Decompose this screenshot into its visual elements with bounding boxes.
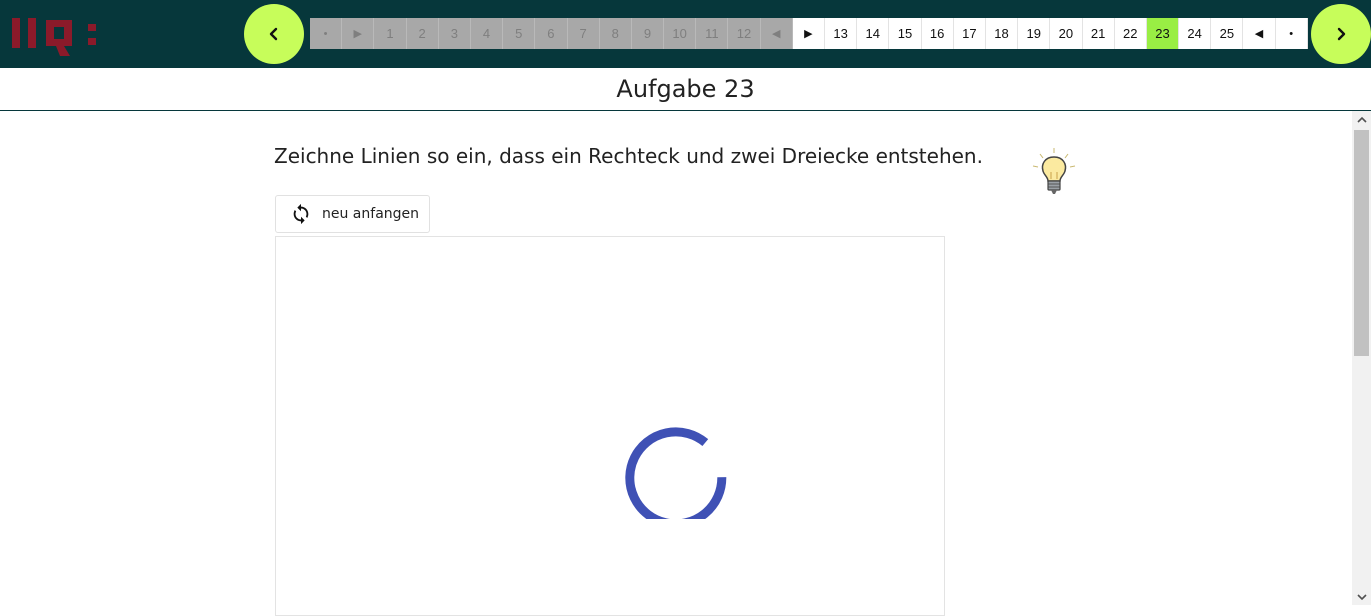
pager-item-1: 1 xyxy=(374,18,407,49)
chevron-down-icon xyxy=(1356,593,1367,600)
pager-item-19[interactable]: 19 xyxy=(1018,18,1051,49)
drawing-canvas[interactable] xyxy=(275,236,945,616)
scroll-up-arrow[interactable] xyxy=(1352,111,1371,128)
pager-item-label: 14 xyxy=(865,26,881,41)
pager-item-24[interactable]: 24 xyxy=(1179,18,1212,49)
pager-item-22[interactable]: 22 xyxy=(1114,18,1147,49)
back-triangle-icon: ◀ xyxy=(771,28,781,40)
dot-icon: • xyxy=(323,27,328,40)
play-icon: ▶ xyxy=(804,28,813,40)
pager-item-6: 6 xyxy=(535,18,568,49)
pager-item-label: 17 xyxy=(962,26,977,41)
pager-item-9: 9 xyxy=(631,18,665,49)
pager-item-label: 10 xyxy=(672,26,687,41)
scrollbar-thumb[interactable] xyxy=(1354,130,1369,356)
pager-item-23[interactable]: 23 xyxy=(1146,18,1180,49)
pager-item-label: 16 xyxy=(929,26,945,41)
pager-item-3: 3 xyxy=(438,18,471,49)
pager-item-label: 15 xyxy=(897,26,913,41)
pager-back-triangle-item[interactable]: ◀ xyxy=(1243,18,1276,49)
pager-dot-item[interactable]: • xyxy=(1275,18,1308,49)
lightbulb-hint-icon[interactable] xyxy=(1030,146,1078,198)
task-title: Aufgabe 23 xyxy=(616,75,755,103)
pager-item-label: 6 xyxy=(547,26,555,41)
pager-play-item[interactable]: ▶ xyxy=(792,18,825,49)
pager-item-label: 3 xyxy=(450,26,458,41)
pager-item-20[interactable]: 20 xyxy=(1050,18,1083,49)
play-icon: ▶ xyxy=(353,28,363,40)
pager-item-12: 12 xyxy=(728,18,761,49)
pager-item-label: 19 xyxy=(1026,26,1041,41)
chevron-left-icon xyxy=(269,27,278,41)
pager-item-13[interactable]: 13 xyxy=(825,18,858,49)
task-pager: • ▶ 1 2 3 4 5 6 7 8 9 10 11 12 ◀ ▶ 13 14 15 16 17 18 19 20 21 22 2… xyxy=(310,18,1308,49)
pager-item-15[interactable]: 15 xyxy=(889,18,922,49)
task-instruction: Zeichne Linien so ein, dass ein Rechteck… xyxy=(274,144,983,168)
dot-icon: • xyxy=(1289,27,1294,40)
chevron-up-icon xyxy=(1356,116,1367,123)
reset-button[interactable]: neu anfangen xyxy=(275,195,430,233)
pager-item-11: 11 xyxy=(696,18,729,49)
pager-item-label: 1 xyxy=(386,26,394,41)
pager-item-label: 13 xyxy=(833,26,848,41)
pager-back-triangle-item: ◀ xyxy=(760,18,793,49)
pager-item-label: 2 xyxy=(418,26,426,41)
back-triangle-icon: ◀ xyxy=(1254,28,1264,40)
pager-item-label: 9 xyxy=(643,26,652,41)
pager-item-label: 24 xyxy=(1187,26,1202,41)
pager-item-25[interactable]: 25 xyxy=(1211,18,1244,49)
pager-item-16[interactable]: 16 xyxy=(921,18,954,49)
iqb-logo xyxy=(12,18,96,56)
pager-play-item: ▶ xyxy=(342,18,375,49)
pager-dot-item: • xyxy=(310,18,343,49)
pager-item-18[interactable]: 18 xyxy=(985,18,1019,49)
vertical-scrollbar[interactable] xyxy=(1352,111,1371,605)
pager-item-label: 23 xyxy=(1155,26,1170,41)
pager-item-label: 25 xyxy=(1219,26,1235,41)
refresh-icon xyxy=(293,203,309,225)
pager-item-label: 8 xyxy=(611,26,619,41)
pager-item-label: 5 xyxy=(515,26,523,41)
loading-spinner xyxy=(625,427,727,519)
pager-item-label: 4 xyxy=(482,26,491,41)
pager-item-17[interactable]: 17 xyxy=(953,18,986,49)
previous-task-button[interactable] xyxy=(244,4,304,64)
pager-item-4: 4 xyxy=(470,18,504,49)
pager-item-label: 18 xyxy=(994,26,1009,41)
reset-button-label: neu anfangen xyxy=(322,206,420,222)
pager-item-label: 22 xyxy=(1123,26,1138,41)
task-title-bar: Aufgabe 23 xyxy=(0,68,1371,111)
pager-item-10: 10 xyxy=(664,18,697,49)
pager-item-8: 8 xyxy=(599,18,632,49)
next-task-button[interactable] xyxy=(1311,4,1371,64)
pager-item-label: 7 xyxy=(579,26,587,41)
pager-item-21[interactable]: 21 xyxy=(1082,18,1115,49)
pager-item-14[interactable]: 14 xyxy=(857,18,890,49)
chevron-right-icon xyxy=(1337,27,1346,41)
pager-item-label: 20 xyxy=(1058,26,1074,41)
pager-item-5: 5 xyxy=(503,18,536,49)
pager-item-7: 7 xyxy=(567,18,600,49)
scroll-down-arrow[interactable] xyxy=(1352,588,1371,605)
pager-item-label: 12 xyxy=(736,26,752,41)
pager-item-2: 2 xyxy=(406,18,439,49)
pager-item-label: 21 xyxy=(1090,26,1106,41)
top-navigation-bar: • ▶ 1 2 3 4 5 6 7 8 9 10 11 12 ◀ ▶ 13 14 15 16 17 18 19 20 21 22 2… xyxy=(0,0,1371,68)
pager-item-label: 11 xyxy=(705,26,719,41)
